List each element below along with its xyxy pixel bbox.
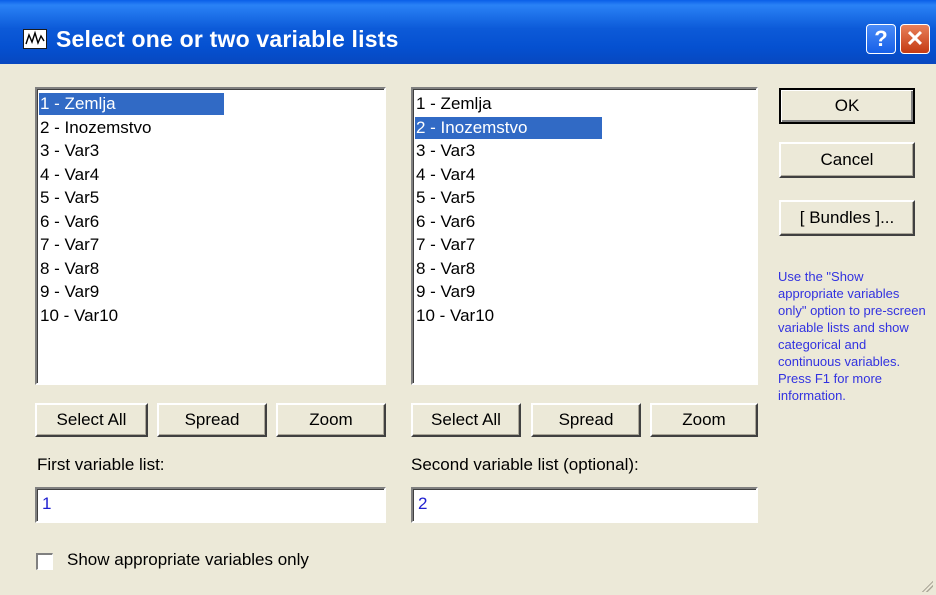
right-zoom-button[interactable]: Zoom [650,403,758,437]
list-item[interactable]: 3 - Var3 [39,140,340,162]
list-item[interactable]: 4 - Var4 [415,164,716,186]
list-item[interactable]: 10 - Var10 [415,305,716,327]
list-item[interactable]: 6 - Var6 [39,211,340,233]
list-item[interactable]: 5 - Var5 [415,187,716,209]
left-zoom-button[interactable]: Zoom [276,403,386,437]
ok-button[interactable]: OK [779,88,915,124]
close-button[interactable]: ✕ [900,24,930,54]
list-item[interactable]: 10 - Var10 [39,305,340,327]
list-item[interactable]: 9 - Var9 [39,281,340,303]
list-item[interactable]: 3 - Var3 [415,140,716,162]
window-title: Select one or two variable lists [56,26,399,52]
first-list-label: First variable list: [37,455,165,474]
list-item[interactable]: 6 - Var6 [415,211,716,233]
right-spread-button[interactable]: Spread [531,403,641,437]
list-item[interactable]: 4 - Var4 [39,164,340,186]
list-item[interactable]: 1 - Zemlja [39,93,224,115]
second-variable-listbox[interactable]: 1 - Zemlja 2 - Inozemstvo 3 - Var3 4 - Var4… [411,87,758,385]
first-variable-field[interactable]: 1 [35,487,386,523]
left-spread-button[interactable]: Spread [157,403,267,437]
list-item[interactable]: 8 - Var8 [415,258,716,280]
cancel-button[interactable]: Cancel [779,142,915,178]
list-item[interactable]: 9 - Var9 [415,281,716,303]
list-item[interactable]: 2 - Inozemstvo [415,116,602,139]
right-select-all-button[interactable]: Select All [411,403,521,437]
second-variable-field[interactable]: 2 [411,487,758,523]
resize-grip-icon[interactable] [919,578,933,592]
show-appropriate-checkbox[interactable] [36,553,53,570]
list-item[interactable]: 5 - Var5 [39,187,340,209]
title-bar[interactable]: Select one or two variable lists ? ✕ [0,0,936,64]
show-appropriate-label[interactable]: Show appropriate variables only [67,550,309,570]
dialog-window: Select one or two variable lists ? ✕ 1 -… [0,0,936,595]
help-button[interactable]: ? [866,24,896,54]
list-item[interactable]: 2 - Inozemstvo [39,117,340,139]
list-item[interactable]: 8 - Var8 [39,258,340,280]
hint-text: Use the "Show appropriate variables only… [778,269,926,403]
second-list-label: Second variable list (optional): [411,455,639,474]
bundles-button[interactable]: [ Bundles ]... [779,200,915,236]
list-item[interactable]: 7 - Var7 [415,234,716,256]
app-icon [23,29,47,49]
list-item[interactable]: 7 - Var7 [39,234,340,256]
first-variable-listbox[interactable]: 1 - Zemlja 2 - Inozemstvo 3 - Var3 4 - Var4… [35,87,386,385]
list-item[interactable]: 1 - Zemlja [415,93,716,115]
left-select-all-button[interactable]: Select All [35,403,148,437]
